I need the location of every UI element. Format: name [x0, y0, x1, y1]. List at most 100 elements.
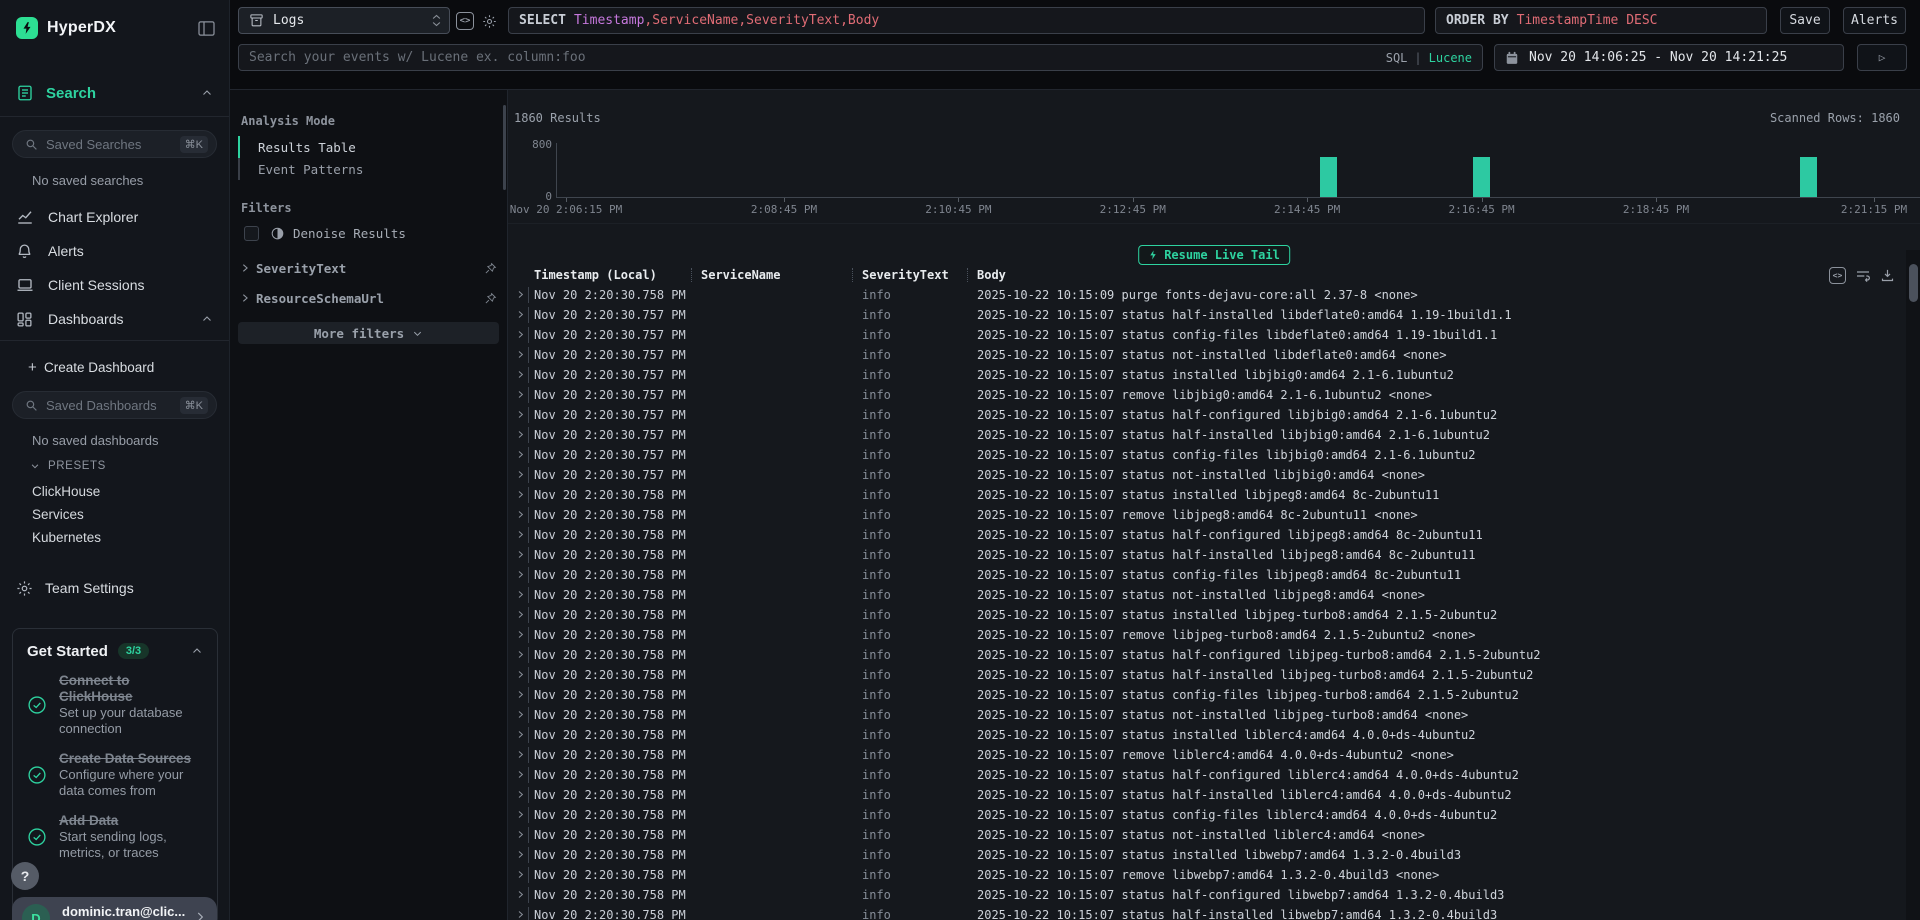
expand-row-icon[interactable]	[516, 285, 534, 305]
expand-row-icon[interactable]	[516, 325, 534, 345]
select-clause-input[interactable]: SELECT Timestamp,ServiceName,SeverityTex…	[508, 7, 1425, 34]
table-row[interactable]: Nov 20 2:20:30.757 PM info 2025-10-22 10…	[508, 325, 1906, 345]
event-search-input[interactable]: SQL | Lucene	[238, 44, 1483, 71]
table-row[interactable]: Nov 20 2:20:30.758 PM info 2025-10-22 10…	[508, 485, 1906, 505]
denoise-results-toggle[interactable]: Denoise Results	[244, 226, 406, 241]
chart-bar[interactable]	[1800, 157, 1817, 197]
table-row[interactable]: Nov 20 2:20:30.758 PM info 2025-10-22 10…	[508, 765, 1906, 785]
table-row[interactable]: Nov 20 2:20:30.758 PM info 2025-10-22 10…	[508, 665, 1906, 685]
source-select[interactable]: Logs	[238, 7, 450, 34]
expand-row-icon[interactable]	[516, 645, 534, 665]
date-range-picker[interactable]: Nov 20 14:06:25 - Nov 20 14:21:25	[1494, 44, 1844, 71]
column-header-severitytext[interactable]: SeverityText	[862, 266, 977, 285]
expand-row-icon[interactable]	[516, 865, 534, 885]
get-started-header[interactable]: Get Started 3/3	[27, 641, 203, 661]
table-row[interactable]: Nov 20 2:20:30.757 PM info 2025-10-22 10…	[508, 405, 1906, 425]
column-header-body[interactable]: Body	[977, 266, 1906, 285]
expand-row-icon[interactable]	[516, 625, 534, 645]
expand-row-icon[interactable]	[516, 345, 534, 365]
lucene-search-field[interactable]	[249, 50, 1378, 65]
expand-row-icon[interactable]	[516, 365, 534, 385]
sidebar-item-client-sessions[interactable]: Client Sessions	[16, 274, 213, 296]
chart-bar[interactable]	[1320, 157, 1337, 197]
mode-event-patterns[interactable]: Event Patterns	[238, 158, 497, 180]
lucene-toggle[interactable]: Lucene	[1429, 51, 1472, 65]
sidebar-item-services[interactable]: Services	[32, 503, 229, 526]
expand-row-icon[interactable]	[516, 505, 534, 525]
chevron-up-icon[interactable]	[191, 645, 203, 657]
table-row[interactable]: Nov 20 2:20:30.758 PM info 2025-10-22 10…	[508, 845, 1906, 865]
alerts-button[interactable]: Alerts	[1843, 7, 1906, 34]
table-row[interactable]: Nov 20 2:20:30.757 PM info 2025-10-22 10…	[508, 425, 1906, 445]
source-settings-gear-icon[interactable]	[480, 12, 498, 30]
expand-row-icon[interactable]	[516, 565, 534, 585]
column-config-icon[interactable]: <>	[1829, 267, 1846, 284]
table-row[interactable]: Nov 20 2:20:30.757 PM info 2025-10-22 10…	[508, 345, 1906, 365]
mode-results-table[interactable]: Results Table	[238, 136, 497, 158]
table-row[interactable]: Nov 20 2:20:30.757 PM info 2025-10-22 10…	[508, 445, 1906, 465]
wrap-lines-icon[interactable]	[1855, 269, 1871, 283]
saved-dashboards-field[interactable]	[46, 398, 180, 413]
table-row[interactable]: Nov 20 2:20:30.758 PM info 2025-10-22 10…	[508, 725, 1906, 745]
table-row[interactable]: Nov 20 2:20:30.758 PM info 2025-10-22 10…	[508, 905, 1906, 920]
filter-group-severitytext[interactable]: SeverityText	[240, 258, 497, 278]
table-row[interactable]: Nov 20 2:20:30.758 PM info 2025-10-22 10…	[508, 825, 1906, 845]
expand-row-icon[interactable]	[516, 405, 534, 425]
get-started-step-add-data[interactable]: Add Data Start sending logs, metrics, or…	[27, 813, 203, 861]
table-row[interactable]: Nov 20 2:20:30.758 PM info 2025-10-22 10…	[508, 885, 1906, 905]
expand-row-icon[interactable]	[516, 825, 534, 845]
expand-row-icon[interactable]	[516, 765, 534, 785]
expand-row-icon[interactable]	[516, 585, 534, 605]
presets-section[interactable]: PRESETS	[30, 458, 229, 474]
get-started-step-sources[interactable]: Create Data Sources Configure where your…	[27, 751, 203, 799]
expand-row-icon[interactable]	[516, 905, 534, 920]
chart-bar[interactable]	[1473, 157, 1490, 197]
table-row[interactable]: Nov 20 2:20:30.758 PM info 2025-10-22 10…	[508, 545, 1906, 565]
table-row[interactable]: Nov 20 2:20:30.758 PM info 2025-10-22 10…	[508, 645, 1906, 665]
sidebar-item-dashboards[interactable]: Dashboards	[16, 308, 213, 330]
table-row[interactable]: Nov 20 2:20:30.758 PM info 2025-10-22 10…	[508, 805, 1906, 825]
expand-row-icon[interactable]	[516, 745, 534, 765]
expand-row-icon[interactable]	[516, 665, 534, 685]
table-row[interactable]: Nov 20 2:20:30.758 PM info 2025-10-22 10…	[508, 685, 1906, 705]
expand-row-icon[interactable]	[516, 685, 534, 705]
sidebar-item-kubernetes[interactable]: Kubernetes	[32, 526, 229, 549]
table-row[interactable]: Nov 20 2:20:30.758 PM info 2025-10-22 10…	[508, 585, 1906, 605]
chevron-up-icon[interactable]	[201, 313, 213, 325]
expand-row-icon[interactable]	[516, 885, 534, 905]
scrollbar-track[interactable]	[1906, 250, 1920, 920]
sql-toggle[interactable]: SQL	[1386, 51, 1408, 65]
table-row[interactable]: Nov 20 2:20:30.758 PM info 2025-10-22 10…	[508, 285, 1906, 305]
scrollbar-thumb[interactable]	[1909, 264, 1918, 302]
table-row[interactable]: Nov 20 2:20:30.758 PM info 2025-10-22 10…	[508, 705, 1906, 725]
sidebar-item-search[interactable]: Search	[16, 82, 213, 104]
column-header-timestamp[interactable]: Timestamp (Local)	[534, 266, 701, 285]
table-row[interactable]: Nov 20 2:20:30.758 PM info 2025-10-22 10…	[508, 865, 1906, 885]
expand-row-icon[interactable]	[516, 425, 534, 445]
table-row[interactable]: Nov 20 2:20:30.758 PM info 2025-10-22 10…	[508, 625, 1906, 645]
expand-row-icon[interactable]	[516, 705, 534, 725]
filter-group-resourceschemaurl[interactable]: ResourceSchemaUrl	[240, 288, 497, 308]
table-row[interactable]: Nov 20 2:20:30.758 PM info 2025-10-22 10…	[508, 605, 1906, 625]
table-row[interactable]: Nov 20 2:20:30.758 PM info 2025-10-22 10…	[508, 505, 1906, 525]
expand-row-icon[interactable]	[516, 845, 534, 865]
expand-row-icon[interactable]	[516, 445, 534, 465]
order-by-input[interactable]: ORDER BY TimestampTime DESC	[1435, 7, 1767, 34]
saved-dashboards-input[interactable]: ⌘K	[12, 391, 217, 419]
expand-row-icon[interactable]	[516, 385, 534, 405]
column-header-servicename[interactable]: ServiceName	[701, 266, 862, 285]
expand-row-icon[interactable]	[516, 545, 534, 565]
get-started-step-connect[interactable]: Connect to ClickHouse Set up your databa…	[27, 673, 203, 737]
download-icon[interactable]	[1880, 268, 1895, 283]
more-filters-button[interactable]: More filters	[238, 322, 499, 344]
expand-row-icon[interactable]	[516, 305, 534, 325]
sidebar-item-chart-explorer[interactable]: Chart Explorer	[16, 206, 213, 228]
expand-row-icon[interactable]	[516, 485, 534, 505]
table-row[interactable]: Nov 20 2:20:30.758 PM info 2025-10-22 10…	[508, 745, 1906, 765]
table-row[interactable]: Nov 20 2:20:30.757 PM info 2025-10-22 10…	[508, 365, 1906, 385]
expand-row-icon[interactable]	[516, 605, 534, 625]
table-row[interactable]: Nov 20 2:20:30.758 PM info 2025-10-22 10…	[508, 525, 1906, 545]
expand-row-icon[interactable]	[516, 525, 534, 545]
table-row[interactable]: Nov 20 2:20:30.757 PM info 2025-10-22 10…	[508, 385, 1906, 405]
resume-live-tail-button[interactable]: Resume Live Tail	[1138, 245, 1290, 265]
